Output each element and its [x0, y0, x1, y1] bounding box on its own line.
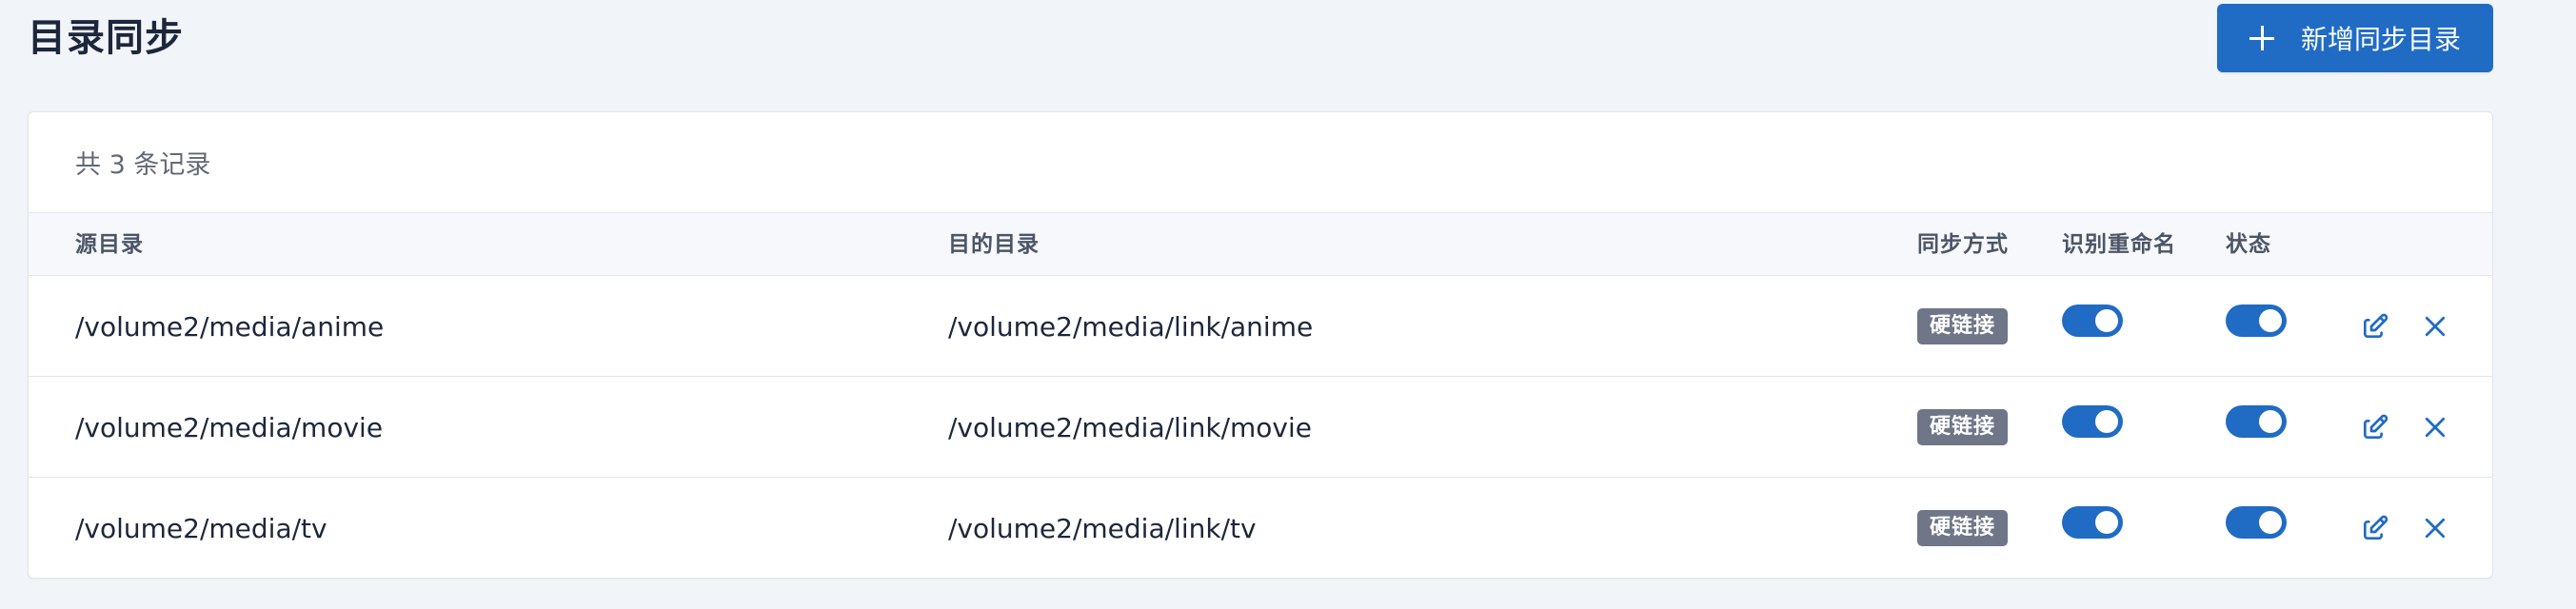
rename-toggle[interactable]: [2062, 304, 2123, 337]
target-path: /volume2/media/link/movie: [948, 411, 1312, 443]
column-header-source: 源目录: [75, 232, 144, 257]
mode-cell: 硬链接: [1917, 377, 2009, 478]
actions-cell: [2358, 478, 2452, 578]
sync-mode-badge: 硬链接: [1917, 510, 2009, 546]
rename-toggle[interactable]: [2062, 506, 2123, 539]
table-body: /volume2/media/anime /volume2/media/link…: [29, 276, 2492, 578]
sync-mode-badge: 硬链接: [1917, 409, 2009, 445]
source-path: /volume2/media/tv: [75, 512, 327, 544]
table-header: 源目录 目的目录 同步方式 识别重命名 状态: [29, 213, 2492, 276]
column-header-mode: 同步方式: [1917, 232, 2009, 257]
actions-cell: [2358, 276, 2452, 377]
status-toggle[interactable]: [2226, 304, 2287, 337]
status-cell: [2226, 377, 2287, 478]
status-toggle[interactable]: [2226, 506, 2287, 539]
target-path: /volume2/media/link/anime: [948, 310, 1314, 343]
mode-cell: 硬链接: [1917, 478, 2009, 578]
plus-icon: [2249, 26, 2274, 50]
rename-cell: [2062, 276, 2123, 377]
target-path: /volume2/media/link/tv: [948, 512, 1257, 544]
sync-directory-card: 共 3 条记录 源目录 目的目录 同步方式 识别重命名 状态 /volume2/…: [28, 111, 2493, 579]
add-sync-directory-label: 新增同步目录: [2300, 24, 2461, 55]
column-header-rename: 识别重命名: [2062, 232, 2176, 257]
table-row: /volume2/media/movie /volume2/media/link…: [29, 377, 2492, 478]
status-toggle[interactable]: [2226, 405, 2287, 438]
source-path: /volume2/media/movie: [75, 411, 384, 443]
sync-mode-badge: 硬链接: [1917, 308, 2009, 344]
column-header-target: 目的目录: [948, 232, 1040, 257]
source-path: /volume2/media/anime: [75, 310, 385, 343]
edit-icon[interactable]: [2358, 309, 2392, 344]
actions-cell: [2358, 377, 2452, 478]
record-count: 共 3 条记录: [29, 112, 2492, 213]
table-row: /volume2/media/anime /volume2/media/link…: [29, 276, 2492, 377]
rename-cell: [2062, 478, 2123, 578]
rename-cell: [2062, 377, 2123, 478]
close-icon[interactable]: [2418, 511, 2452, 545]
close-icon[interactable]: [2418, 309, 2452, 344]
table-row: /volume2/media/tv /volume2/media/link/tv…: [29, 478, 2492, 578]
status-cell: [2226, 478, 2287, 578]
add-sync-directory-button[interactable]: 新增同步目录: [2217, 4, 2493, 72]
column-header-status: 状态: [2226, 232, 2271, 257]
status-cell: [2226, 276, 2287, 377]
edit-icon[interactable]: [2358, 511, 2392, 545]
mode-cell: 硬链接: [1917, 276, 2009, 377]
close-icon[interactable]: [2418, 410, 2452, 444]
rename-toggle[interactable]: [2062, 405, 2123, 438]
edit-icon[interactable]: [2358, 410, 2392, 444]
page-title: 目录同步: [28, 16, 184, 60]
